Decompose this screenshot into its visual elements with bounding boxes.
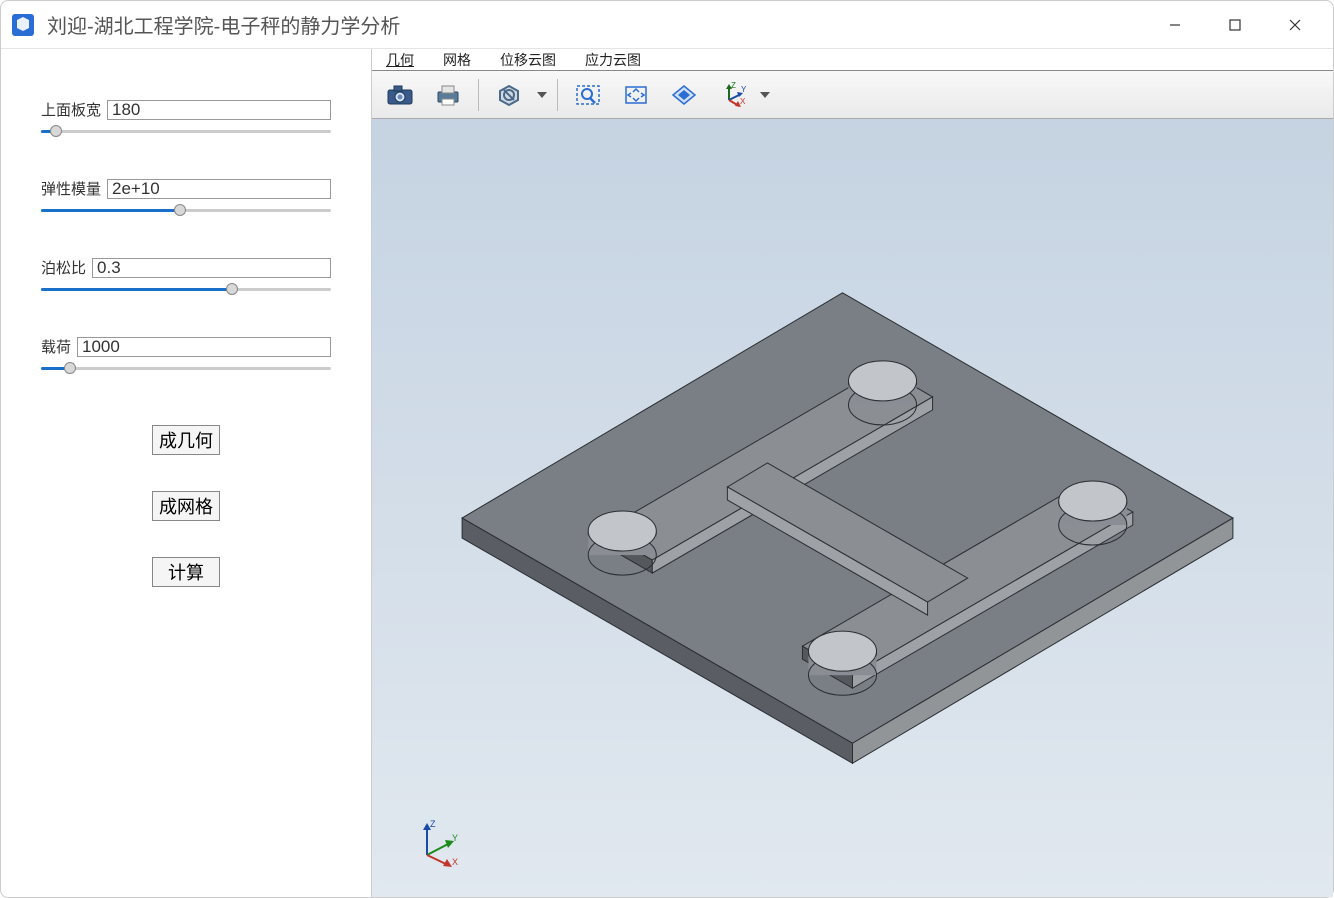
svg-text:Y: Y bbox=[741, 85, 747, 94]
top-plate-width-slider[interactable] bbox=[41, 124, 331, 138]
svg-text:Z: Z bbox=[731, 82, 736, 90]
fit-view-button[interactable] bbox=[614, 76, 658, 114]
axes-dropdown[interactable] bbox=[758, 92, 772, 98]
param-label: 弹性模量 bbox=[41, 178, 101, 199]
3d-viewport[interactable]: Z Y X bbox=[372, 119, 1333, 897]
calculate-button[interactable]: 计算 bbox=[152, 557, 220, 587]
orientation-triad: Z Y X bbox=[412, 817, 462, 867]
axes-icon: Z Y X bbox=[717, 82, 747, 108]
minimize-icon bbox=[1168, 18, 1182, 32]
shade-mode-dropdown[interactable] bbox=[535, 92, 549, 98]
window-title: 刘迎-湖北工程学院-电子秤的静力学分析 bbox=[47, 10, 1145, 39]
elastic-modulus-input[interactable] bbox=[107, 179, 331, 199]
app-icon bbox=[9, 11, 37, 39]
app-window: 刘迎-湖北工程学院-电子秤的静力学分析 上面板宽 bbox=[0, 0, 1334, 898]
svg-text:Z: Z bbox=[430, 819, 436, 829]
load-slider[interactable] bbox=[41, 361, 331, 375]
param-elastic-modulus: 弹性模量 bbox=[41, 178, 331, 217]
svg-text:X: X bbox=[740, 97, 746, 106]
poisson-ratio-slider[interactable] bbox=[41, 282, 331, 296]
param-load: 载荷 bbox=[41, 336, 331, 375]
viewport-tabs: 几何 网格 位移云图 应力云图 bbox=[372, 49, 1333, 71]
generate-geometry-button[interactable]: 成几何 bbox=[152, 425, 220, 455]
param-top-plate-width: 上面板宽 bbox=[41, 99, 331, 138]
zoom-area-icon bbox=[573, 82, 603, 108]
tab-stress[interactable]: 应力云图 bbox=[571, 49, 656, 70]
axes-button[interactable]: Z Y X bbox=[710, 76, 754, 114]
toolbar-separator bbox=[557, 79, 558, 111]
maximize-button[interactable] bbox=[1205, 5, 1265, 45]
camera-icon bbox=[385, 82, 415, 108]
chevron-down-icon bbox=[537, 92, 547, 98]
chevron-down-icon bbox=[760, 92, 770, 98]
top-plate-width-input[interactable] bbox=[107, 100, 331, 120]
poisson-ratio-input[interactable] bbox=[92, 258, 331, 278]
screenshot-button[interactable] bbox=[378, 76, 422, 114]
print-button[interactable] bbox=[426, 76, 470, 114]
tab-displacement[interactable]: 位移云图 bbox=[486, 49, 571, 70]
generate-mesh-button[interactable]: 成网格 bbox=[152, 491, 220, 521]
close-icon bbox=[1288, 18, 1302, 32]
window-controls bbox=[1145, 5, 1325, 45]
param-label: 泊松比 bbox=[41, 257, 86, 278]
param-label: 上面板宽 bbox=[41, 99, 101, 120]
param-poisson-ratio: 泊松比 bbox=[41, 257, 331, 296]
tab-mesh[interactable]: 网格 bbox=[429, 49, 486, 70]
perspective-button[interactable] bbox=[662, 76, 706, 114]
action-buttons: 成几何 成网格 计算 bbox=[41, 425, 331, 587]
shade-mode-button[interactable] bbox=[487, 76, 531, 114]
elastic-modulus-slider[interactable] bbox=[41, 203, 331, 217]
svg-text:Y: Y bbox=[452, 833, 458, 843]
diamond-icon bbox=[669, 82, 699, 108]
model-render bbox=[372, 119, 1333, 897]
load-input[interactable] bbox=[77, 337, 331, 357]
fit-view-icon bbox=[621, 82, 651, 108]
svg-text:X: X bbox=[452, 857, 458, 867]
minimize-button[interactable] bbox=[1145, 5, 1205, 45]
viewport-toolbar: Z Y X bbox=[372, 71, 1333, 119]
toolbar-separator bbox=[478, 79, 479, 111]
hexagon-icon bbox=[494, 82, 524, 108]
main-area: 上面板宽 弹性模量 bbox=[1, 49, 1333, 897]
titlebar: 刘迎-湖北工程学院-电子秤的静力学分析 bbox=[1, 1, 1333, 49]
maximize-icon bbox=[1228, 18, 1242, 32]
print-icon bbox=[433, 82, 463, 108]
zoom-area-button[interactable] bbox=[566, 76, 610, 114]
param-label: 载荷 bbox=[41, 336, 71, 357]
sidebar: 上面板宽 弹性模量 bbox=[1, 49, 371, 897]
tab-geometry[interactable]: 几何 bbox=[372, 49, 429, 70]
viewport-area: 几何 网格 位移云图 应力云图 bbox=[371, 49, 1333, 897]
close-button[interactable] bbox=[1265, 5, 1325, 45]
